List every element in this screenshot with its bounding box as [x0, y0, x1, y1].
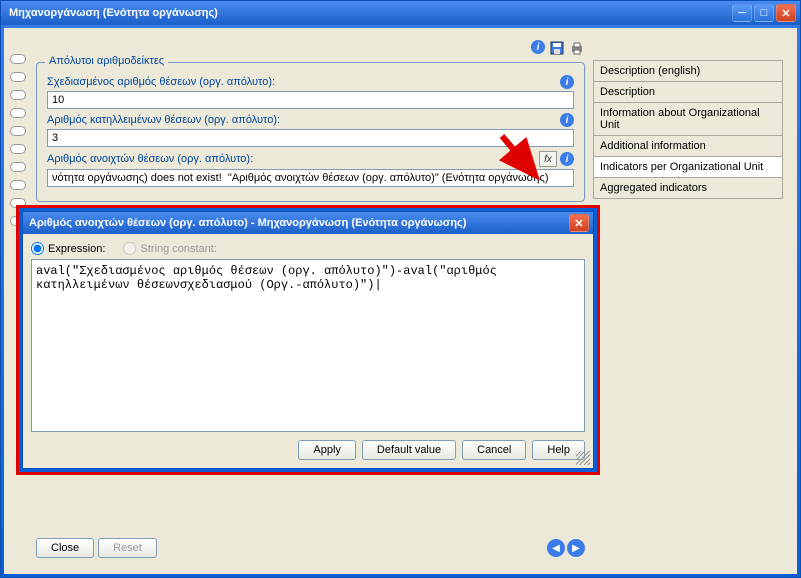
- info-icon[interactable]: i: [531, 40, 545, 54]
- tab-desc-en[interactable]: Description (english): [593, 60, 783, 82]
- close-button[interactable]: Close: [36, 538, 94, 558]
- default-value-button[interactable]: Default value: [362, 440, 456, 460]
- maximize-button[interactable]: □: [754, 4, 774, 22]
- expression-dialog-highlight: Αριθμός ανοιχτών θέσεων (οργ. απόλυτο) -…: [16, 205, 600, 475]
- info-icon[interactable]: i: [560, 75, 574, 89]
- expression-radio-input[interactable]: [31, 242, 44, 255]
- string-radio-input: [123, 242, 136, 255]
- open-label: Αριθμός ανοιχτών θέσεων (οργ. απόλυτο):: [47, 153, 253, 165]
- red-arrow-annotation: [494, 128, 554, 188]
- expression-textarea[interactable]: [31, 259, 585, 432]
- reset-button: Reset: [98, 538, 157, 558]
- window-title: Μηχανοργάνωση (Ενότητα οργάνωσης): [5, 7, 732, 19]
- dialog-body: Expression: String constant: Apply Defau…: [23, 234, 593, 468]
- expression-radio[interactable]: Expression:: [31, 242, 105, 255]
- minimize-button[interactable]: ─: [732, 4, 752, 22]
- expression-radio-label: Expression:: [48, 243, 105, 255]
- dialog-title: Αριθμός ανοιχτών θέσεων (οργ. απόλυτο) -…: [27, 217, 569, 229]
- apply-button[interactable]: Apply: [298, 440, 356, 460]
- planned-input[interactable]: [47, 91, 574, 109]
- occupied-label: Αριθμός κατηλλειμένων θέσεων (οργ. απόλυ…: [47, 114, 280, 126]
- footer: Close Reset ◀ ▶: [36, 532, 585, 564]
- fieldset-legend: Απόλυτοι αριθμοδείκτες: [45, 55, 168, 67]
- dialog-close-button[interactable]: ✕: [569, 214, 589, 232]
- expression-dialog: Αριθμός ανοιχτών θέσεων (οργ. απόλυτο) -…: [22, 211, 594, 469]
- next-button[interactable]: ▶: [567, 539, 585, 557]
- title-buttons: ─ □ ✕: [732, 4, 796, 22]
- string-constant-radio: String constant:: [123, 242, 216, 255]
- dialog-buttons: Apply Default value Cancel Help: [31, 432, 585, 460]
- cancel-button[interactable]: Cancel: [462, 440, 526, 460]
- nav-buttons: ◀ ▶: [161, 539, 585, 557]
- print-icon[interactable]: [569, 40, 585, 56]
- tab-indicators-per-unit[interactable]: Indicators per Organizational Unit: [593, 156, 783, 178]
- tab-info-org[interactable]: Information about Organizational Unit: [593, 102, 783, 136]
- radio-row: Expression: String constant:: [31, 242, 585, 255]
- string-radio-label: String constant:: [140, 243, 216, 255]
- tab-aggregated[interactable]: Aggregated indicators: [593, 177, 783, 199]
- resize-grip-icon[interactable]: [576, 451, 590, 465]
- field-planned: Σχεδιασμένος αριθμός θέσεων (οργ. απόλυτ…: [47, 75, 574, 109]
- prev-button[interactable]: ◀: [547, 539, 565, 557]
- dialog-titlebar: Αριθμός ανοιχτών θέσεων (οργ. απόλυτο) -…: [23, 212, 593, 234]
- tab-additional[interactable]: Additional information: [593, 135, 783, 157]
- close-window-button[interactable]: ✕: [776, 4, 796, 22]
- tab-desc[interactable]: Description: [593, 81, 783, 103]
- titlebar: Μηχανοργάνωση (Ενότητα οργάνωσης) ─ □ ✕: [1, 1, 800, 25]
- planned-label: Σχεδιασμένος αριθμός θέσεων (οργ. απόλυτ…: [47, 76, 275, 88]
- tabs-column: Description (english) Description Inform…: [593, 60, 783, 564]
- info-icon[interactable]: i: [560, 152, 574, 166]
- save-icon[interactable]: [549, 40, 565, 56]
- info-icon[interactable]: i: [560, 113, 574, 127]
